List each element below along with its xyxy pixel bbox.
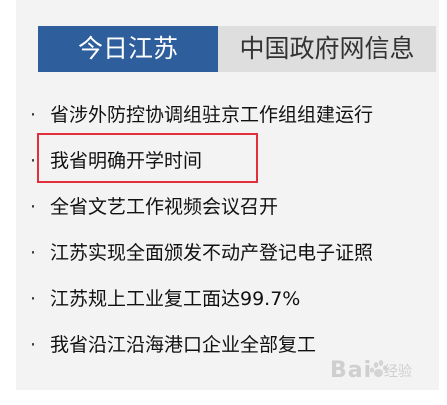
list-item: · 我省明确开学时间 [30,142,430,188]
bullet-icon: · [30,150,37,172]
bullet-icon: · [30,196,37,218]
news-link[interactable]: 省涉外防控协调组驻京工作组组建运行 [50,96,373,134]
list-item: · 江苏规上工业复工面达99.7% [30,280,430,326]
bullet-icon: · [30,288,37,310]
panel-edge [439,0,447,405]
bullet-icon: · [30,104,37,126]
bullet-icon: · [30,242,37,264]
tab-gov-info[interactable]: 中国政府网信息 [218,26,436,72]
tab-bar: 今日江苏 中国政府网信息 [38,26,436,72]
news-link[interactable]: 我省明确开学时间 [50,142,202,180]
watermark-sub-text: 经验 [384,364,412,380]
watermark-logo-text: Bai [330,358,373,383]
list-item: · 全省文艺工作视频会议召开 [30,188,430,234]
tab-today-jiangsu[interactable]: 今日江苏 [38,26,218,72]
news-link[interactable]: 江苏规上工业复工面达99.7% [50,280,300,318]
list-item: · 江苏实现全面颁发不动产登记电子证照 [30,234,430,280]
news-link[interactable]: 我省沿江沿海港口企业全部复工 [50,326,316,364]
news-list: · 省涉外防控协调组驻京工作组组建运行 · 我省明确开学时间 · 全省文艺工作视… [30,96,430,372]
news-link[interactable]: 全省文艺工作视频会议召开 [50,188,278,226]
list-item: · 省涉外防控协调组驻京工作组组建运行 [30,96,430,142]
bullet-icon: · [30,334,37,356]
news-link[interactable]: 江苏实现全面颁发不动产登记电子证照 [50,234,373,272]
baidu-watermark: Bai 经验 [326,354,438,390]
